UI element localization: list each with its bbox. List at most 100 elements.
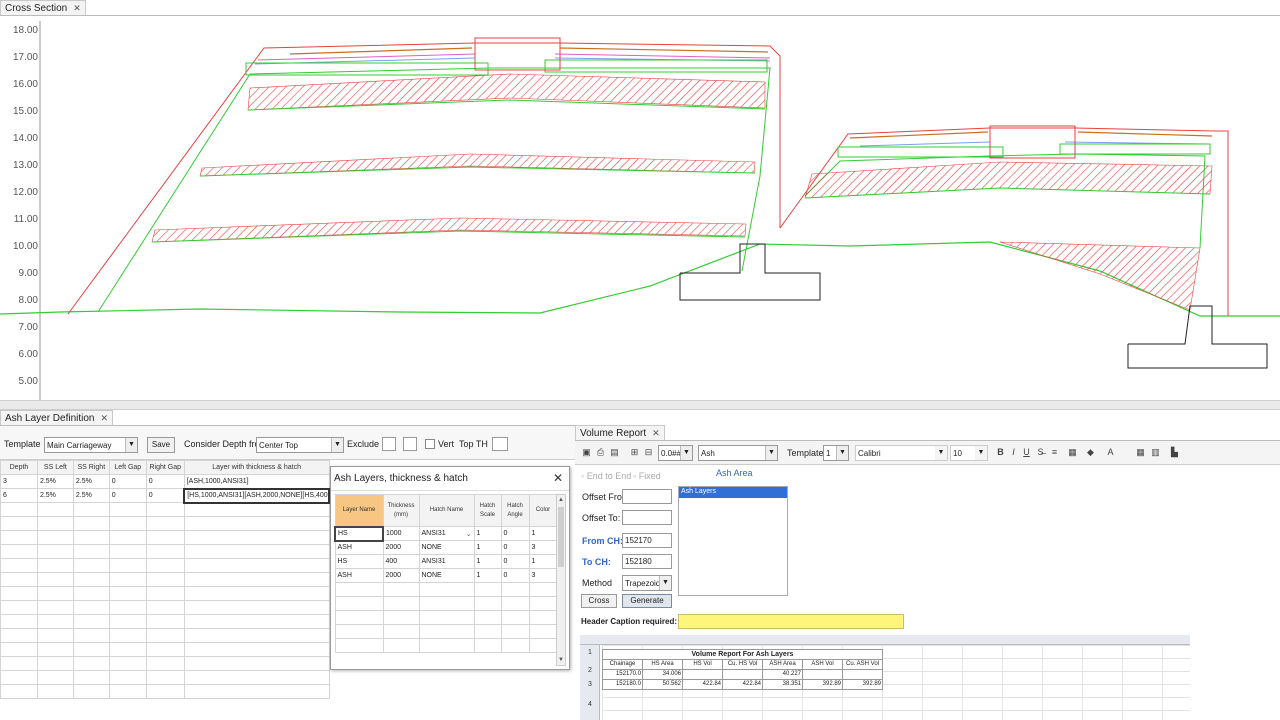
header-cell[interactable]: Cu. HS Vol <box>722 659 763 670</box>
vert-checkbox[interactable] <box>425 439 435 449</box>
chevron-down-icon[interactable]: ▼ <box>659 576 671 590</box>
template-select[interactable]: Main Carriageway ▼ <box>44 437 138 453</box>
offset-to-field[interactable] <box>622 510 672 525</box>
column-header-ss-left[interactable]: SS Left <box>36 460 74 475</box>
cell[interactable]: 38.351 <box>762 679 803 690</box>
chevron-down-icon[interactable]: ⌄ <box>466 530 472 538</box>
cell[interactable]: 1 <box>528 554 558 569</box>
cell[interactable]: 2.5% <box>36 488 74 503</box>
bold-icon[interactable]: B <box>995 447 1006 458</box>
column-header-hatch-scale[interactable]: Hatch Scale <box>473 494 502 527</box>
zoom-out-icon[interactable]: ⊟ <box>643 447 654 458</box>
cell[interactable]: 400 <box>382 554 420 569</box>
cell[interactable]: ASH <box>334 568 384 583</box>
table-row[interactable] <box>0 572 330 587</box>
fixed-option[interactable]: ◦ Fixed <box>633 471 661 481</box>
end-to-end-option[interactable]: ◦ End to End <box>581 471 631 481</box>
table-row[interactable] <box>0 502 330 517</box>
close-icon[interactable]: ✕ <box>101 413 109 423</box>
cell[interactable]: 0 <box>500 526 530 541</box>
report-spreadsheet[interactable]: 1 2 3 4 Volume Report For Ash Layers Cha… <box>580 635 1190 720</box>
chevron-down-icon[interactable]: ▼ <box>935 446 947 460</box>
cell[interactable]: 152180.0 <box>602 679 643 690</box>
cell[interactable]: NONE <box>418 540 475 555</box>
top-th-field[interactable] <box>492 437 508 451</box>
cell[interactable]: 152170.0 <box>602 669 643 680</box>
cell[interactable]: 1000 <box>382 526 420 541</box>
grid-icon[interactable]: ▦ <box>1135 447 1146 458</box>
print-icon[interactable]: ⎙ <box>595 447 606 458</box>
table-row[interactable] <box>0 544 330 559</box>
cell[interactable]: 0 <box>500 554 530 569</box>
dialog-title[interactable]: Ash Layers, thickness & hatch ✕ <box>331 467 569 491</box>
cell[interactable]: 3 <box>528 540 558 555</box>
font-size-select[interactable]: 10 ▼ <box>950 445 988 461</box>
column-header-thickness[interactable]: Thickness (mm) <box>382 494 420 527</box>
underline-icon[interactable]: U <box>1021 447 1032 458</box>
cell[interactable]: HS <box>334 525 384 542</box>
tab-ash-layer-definition[interactable]: Ash Layer Definition ✕ <box>0 410 114 426</box>
column-header-left-gap[interactable]: Left Gap <box>108 460 147 475</box>
borders-icon[interactable]: ▦ <box>1067 447 1078 458</box>
layout-icon[interactable]: ▥ <box>1150 447 1161 458</box>
cell[interactable]: 0 <box>145 474 185 489</box>
column-header-ss-right[interactable]: SS Right <box>72 460 110 475</box>
exclude-left-field[interactable] <box>382 437 396 451</box>
cell[interactable]: [ASH,1000,ANSI31] <box>183 474 330 489</box>
table-row[interactable] <box>0 558 330 573</box>
cell[interactable]: 3 <box>528 568 558 583</box>
zoom-in-icon[interactable]: ⊞ <box>629 447 640 458</box>
offset-from-field[interactable] <box>622 489 672 504</box>
table-row[interactable] <box>0 516 330 531</box>
cell[interactable] <box>802 669 843 680</box>
cell[interactable]: 2000 <box>382 568 420 583</box>
table-row[interactable]: ASH 2000 NONE 1 0 3 <box>334 540 558 555</box>
cell[interactable]: [HS,1000,ANSI31][ASH,2000,NONE][HS,400,A <box>183 487 330 504</box>
table-row[interactable]: HS 400 ANSI31 1 0 1 <box>334 554 558 569</box>
chevron-down-icon[interactable]: ▼ <box>975 446 987 460</box>
column-header-hatch-name[interactable]: Hatch Name <box>418 494 475 527</box>
table-row[interactable] <box>0 656 330 671</box>
method-select[interactable]: Trapezoidal ▼ <box>622 575 672 591</box>
cell[interactable]: 2000 <box>382 540 420 555</box>
column-header-layer-name[interactable]: Layer Name <box>334 494 384 527</box>
header-caption-field[interactable] <box>678 614 904 629</box>
font-select[interactable]: Calibri ▼ <box>855 445 948 461</box>
chevron-down-icon[interactable]: ▼ <box>765 446 777 460</box>
cell[interactable]: 6 <box>0 488 38 503</box>
chevron-down-icon[interactable]: ▼ <box>331 438 343 452</box>
cross-button[interactable]: Cross <box>581 594 617 608</box>
table-row[interactable]: HS 1000 ANSI31 ⌄ 1 0 1 <box>334 525 558 542</box>
cell[interactable]: 422.84 <box>722 679 763 690</box>
cell[interactable]: 1 <box>473 526 502 541</box>
cell[interactable]: 3 <box>0 474 38 489</box>
scrollbar-thumb[interactable] <box>558 507 564 567</box>
dialog-scrollbar[interactable]: ▲ ▼ <box>556 494 566 666</box>
header-cell[interactable]: ASH Vol <box>802 659 843 670</box>
strikethrough-icon[interactable]: S̶ <box>1035 447 1046 458</box>
font-color-icon[interactable]: A <box>1105 447 1116 458</box>
header-cell[interactable]: Chainage <box>602 659 643 670</box>
table-row[interactable] <box>334 638 558 653</box>
table-row[interactable] <box>0 642 330 657</box>
table-row[interactable] <box>334 596 558 611</box>
table-row[interactable]: 152180.0 50.562 422.84 422.84 38.351 392… <box>602 679 883 690</box>
cell[interactable]: 2.5% <box>72 488 110 503</box>
scroll-down-icon[interactable]: ▼ <box>557 655 565 665</box>
table-row[interactable] <box>0 586 330 601</box>
column-header-right-gap[interactable]: Right Gap <box>145 460 185 475</box>
cross-section-viewport[interactable]: 18.00 17.00 16.00 15.00 14.00 13.00 12.00 11.00… <box>0 15 1280 401</box>
exclude-right-field[interactable] <box>403 437 417 451</box>
italic-icon[interactable]: I <box>1008 447 1019 458</box>
table-row[interactable] <box>334 610 558 625</box>
to-ch-field[interactable]: 152180 <box>622 554 672 569</box>
table-row[interactable] <box>0 670 330 685</box>
header-cell[interactable]: ASH Area <box>762 659 803 670</box>
table-row[interactable] <box>0 628 330 643</box>
cell[interactable]: ASH <box>334 540 384 555</box>
cell[interactable] <box>842 669 883 680</box>
fill-color-icon[interactable]: ◆ <box>1085 447 1096 458</box>
column-header-layer[interactable]: Layer with thickness & hatch <box>183 460 330 475</box>
cell[interactable]: ANSI31 <box>418 554 475 569</box>
report-template-select[interactable]: 1 ▼ <box>823 445 849 461</box>
